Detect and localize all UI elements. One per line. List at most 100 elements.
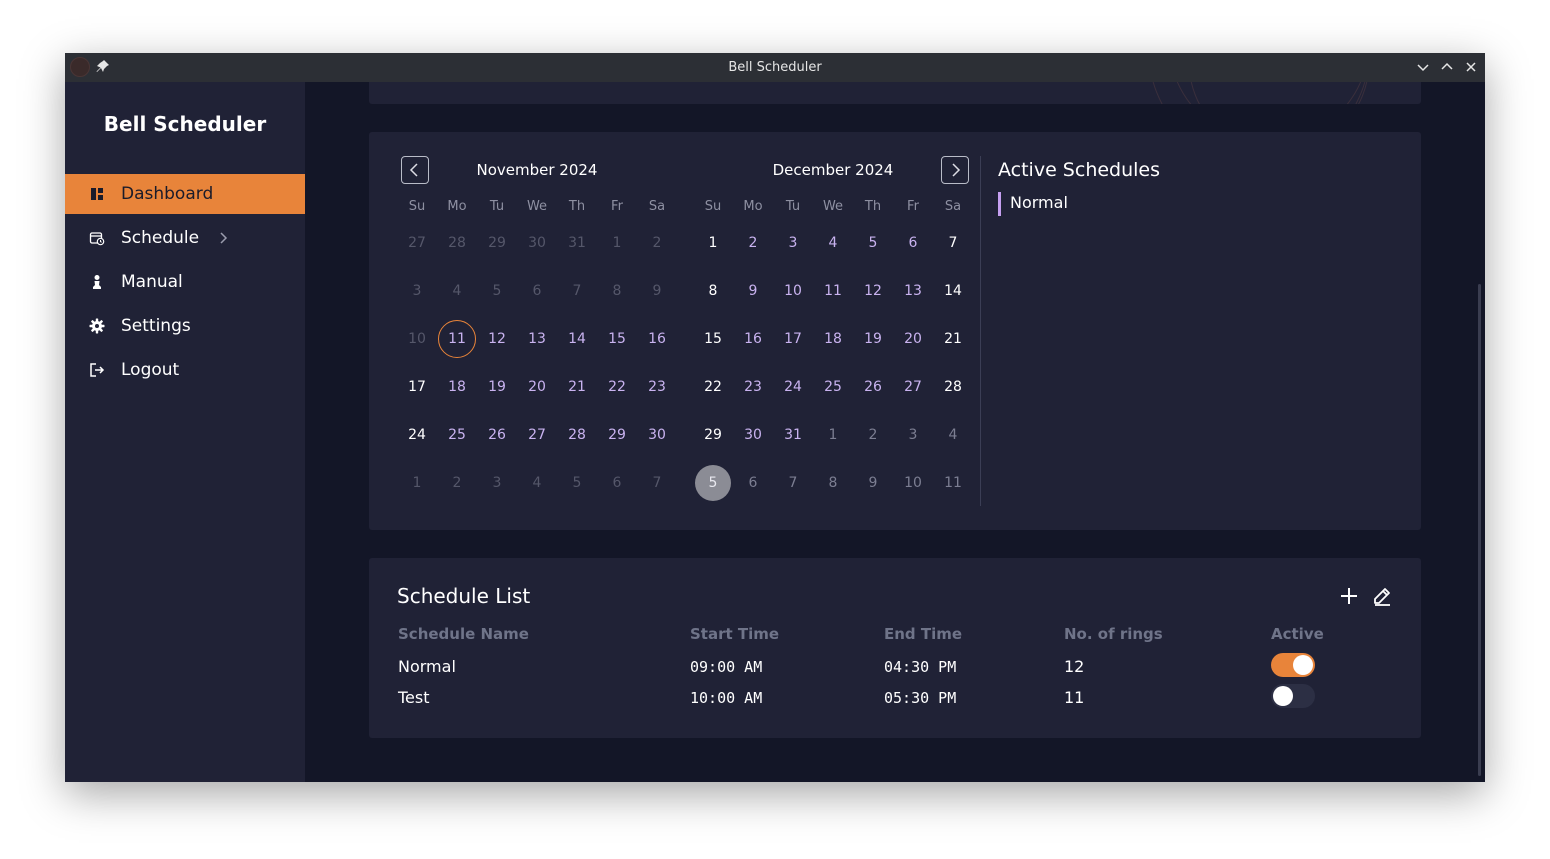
maximize-icon[interactable] — [1439, 59, 1455, 75]
calendar-day[interactable]: 30 — [637, 417, 677, 453]
calendar-day[interactable]: 22 — [597, 369, 637, 405]
rings-cell: 12 — [1064, 657, 1085, 676]
calendar-day[interactable]: 26 — [477, 417, 517, 453]
minimize-icon[interactable] — [1415, 59, 1431, 75]
calendar-day[interactable]: 10 — [893, 465, 933, 501]
calendar-day[interactable]: 6 — [733, 465, 773, 501]
calendar-day[interactable]: 13 — [517, 321, 557, 357]
sidebar-item-settings[interactable]: Settings — [65, 306, 305, 346]
calendar-day[interactable]: 7 — [557, 273, 597, 309]
calendar-day[interactable]: 9 — [853, 465, 893, 501]
calendar-day[interactable]: 24 — [397, 417, 437, 453]
chevron-right-icon[interactable] — [215, 230, 231, 246]
calendar-day[interactable]: 6 — [597, 465, 637, 501]
calendar-day[interactable]: 3 — [397, 273, 437, 309]
calendar-day[interactable]: 9 — [733, 273, 773, 309]
calendar-day[interactable]: 29 — [597, 417, 637, 453]
calendar-day[interactable]: 28 — [933, 369, 973, 405]
calendar-day[interactable]: 16 — [733, 321, 773, 357]
calendar-day[interactable]: 29 — [477, 225, 517, 261]
calendar-day[interactable]: 21 — [933, 321, 973, 357]
calendar-day[interactable]: 11 — [933, 465, 973, 501]
calendar-day[interactable]: 17 — [773, 321, 813, 357]
calendar-day[interactable]: 10 — [773, 273, 813, 309]
calendar-day[interactable]: 8 — [597, 273, 637, 309]
calendar-day[interactable]: 31 — [557, 225, 597, 261]
calendar-day[interactable]: 4 — [933, 417, 973, 453]
calendar-day[interactable]: 21 — [557, 369, 597, 405]
calendar-day[interactable]: 2 — [733, 225, 773, 261]
calendar-day[interactable]: 28 — [557, 417, 597, 453]
calendar-day[interactable]: 14 — [557, 321, 597, 357]
calendar-day[interactable]: 20 — [893, 321, 933, 357]
calendar-day[interactable]: 1 — [693, 225, 733, 261]
calendar-day[interactable]: 7 — [773, 465, 813, 501]
calendar-day[interactable]: 11 — [813, 273, 853, 309]
active-schedule-item[interactable]: Normal — [998, 192, 1068, 216]
calendar-day[interactable]: 7 — [637, 465, 677, 501]
add-icon[interactable] — [1339, 586, 1359, 606]
active-toggle[interactable] — [1271, 684, 1315, 708]
calendar-day[interactable]: 5 — [557, 465, 597, 501]
calendar-day[interactable]: 3 — [477, 465, 517, 501]
calendar-day[interactable]: 25 — [437, 417, 477, 453]
calendar-day[interactable]: 8 — [693, 273, 733, 309]
calendar-day[interactable]: 5 — [693, 465, 733, 501]
calendar-day[interactable]: 26 — [853, 369, 893, 405]
calendar-day[interactable]: 31 — [773, 417, 813, 453]
calendar-day[interactable]: 17 — [397, 369, 437, 405]
calendar-day[interactable]: 20 — [517, 369, 557, 405]
active-toggle[interactable] — [1271, 653, 1315, 677]
calendar-day[interactable]: 5 — [477, 273, 517, 309]
calendar-day[interactable]: 16 — [637, 321, 677, 357]
calendar-day[interactable]: 27 — [893, 369, 933, 405]
calendar-day[interactable]: 10 — [397, 321, 437, 357]
calendar-day[interactable]: 15 — [597, 321, 637, 357]
edit-icon[interactable] — [1371, 585, 1393, 607]
calendar-day[interactable]: 4 — [813, 225, 853, 261]
close-icon[interactable] — [1463, 59, 1479, 75]
calendar-day[interactable]: 22 — [693, 369, 733, 405]
calendar-day[interactable]: 5 — [853, 225, 893, 261]
calendar-day[interactable]: 1 — [597, 225, 637, 261]
calendar-day[interactable]: 23 — [733, 369, 773, 405]
calendar-day[interactable]: 23 — [637, 369, 677, 405]
sidebar-item-schedule[interactable]: Schedule — [65, 218, 305, 258]
calendar-day[interactable]: 1 — [813, 417, 853, 453]
calendar-day[interactable]: 6 — [893, 225, 933, 261]
calendar-day[interactable]: 6 — [517, 273, 557, 309]
sidebar-item-dashboard[interactable]: Dashboard — [65, 174, 305, 214]
calendar-day[interactable]: 13 — [893, 273, 933, 309]
calendar-day[interactable]: 24 — [773, 369, 813, 405]
calendar-day[interactable]: 18 — [437, 369, 477, 405]
calendar-day[interactable]: 29 — [693, 417, 733, 453]
calendar-day[interactable]: 7 — [933, 225, 973, 261]
calendar-day[interactable]: 1 — [397, 465, 437, 501]
calendar-day[interactable]: 12 — [477, 321, 517, 357]
calendar-day[interactable]: 18 — [813, 321, 853, 357]
calendar-day[interactable]: 3 — [773, 225, 813, 261]
calendar-day[interactable]: 30 — [517, 225, 557, 261]
calendar-day[interactable]: 25 — [813, 369, 853, 405]
calendar-day[interactable]: 2 — [637, 225, 677, 261]
calendar-day[interactable]: 30 — [733, 417, 773, 453]
calendar-day[interactable]: 27 — [517, 417, 557, 453]
calendar-day[interactable]: 27 — [397, 225, 437, 261]
scrollbar[interactable] — [1478, 284, 1481, 776]
calendar-day[interactable]: 4 — [437, 273, 477, 309]
calendar-day[interactable]: 19 — [853, 321, 893, 357]
calendar-day[interactable]: 8 — [813, 465, 853, 501]
calendar-day[interactable]: 3 — [893, 417, 933, 453]
calendar-day[interactable]: 9 — [637, 273, 677, 309]
calendar-day[interactable]: 15 — [693, 321, 733, 357]
calendar-day[interactable]: 2 — [853, 417, 893, 453]
calendar-day[interactable]: 12 — [853, 273, 893, 309]
calendar-day[interactable]: 11 — [437, 320, 477, 358]
sidebar-item-manual[interactable]: Manual — [65, 262, 305, 302]
sidebar-item-logout[interactable]: Logout — [65, 350, 305, 390]
calendar-day[interactable]: 19 — [477, 369, 517, 405]
calendar-day[interactable]: 14 — [933, 273, 973, 309]
calendar-day[interactable]: 28 — [437, 225, 477, 261]
calendar-day[interactable]: 4 — [517, 465, 557, 501]
calendar-day[interactable]: 2 — [437, 465, 477, 501]
